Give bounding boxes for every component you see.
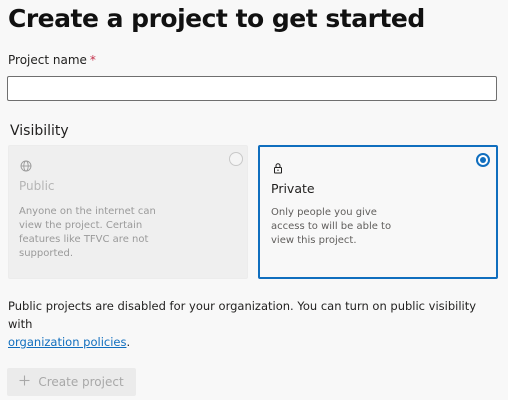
- project-name-label-text: Project name: [8, 53, 87, 67]
- radio-private[interactable]: [476, 153, 490, 167]
- organization-policies-link[interactable]: organization policies: [8, 335, 126, 349]
- create-project-button[interactable]: Create project: [7, 368, 136, 396]
- required-mark: *: [89, 53, 96, 67]
- notice-text: Public projects are disabled for your or…: [8, 299, 477, 331]
- lock-icon: [272, 159, 284, 174]
- notice-suffix: .: [126, 335, 131, 349]
- project-name-input[interactable]: [7, 76, 497, 101]
- option-title-public: Public: [19, 179, 55, 193]
- visibility-option-private[interactable]: Private Only people you give access to w…: [258, 145, 498, 279]
- option-description-public: Anyone on the internet can view the proj…: [19, 206, 156, 259]
- plus-icon: [19, 375, 30, 389]
- radio-selected-dot: [480, 157, 486, 163]
- globe-icon: [20, 157, 32, 172]
- radio-public[interactable]: [229, 152, 243, 166]
- option-description-private: Only people you give access to will be a…: [271, 207, 392, 246]
- project-name-label: Project name *: [8, 53, 96, 67]
- public-disabled-notice: Public projects are disabled for your or…: [8, 297, 502, 351]
- visibility-option-public[interactable]: Public Anyone on the internet can view t…: [8, 145, 248, 279]
- page-title: Create a project to get started: [8, 4, 425, 33]
- visibility-label: Visibility: [10, 123, 69, 139]
- option-title-private: Private: [271, 181, 315, 196]
- create-project-label: Create project: [38, 375, 124, 389]
